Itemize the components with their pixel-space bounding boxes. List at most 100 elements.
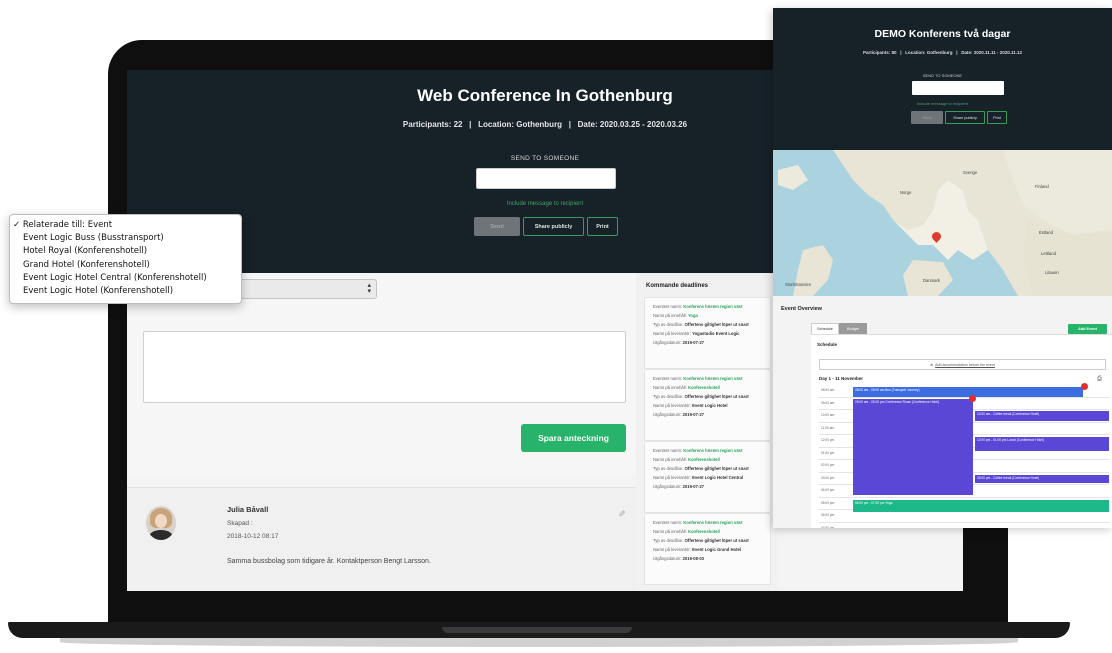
map-label: Estland [1039, 230, 1053, 235]
deadline-type: Typ av deadline: Offertens giltighet löp… [653, 538, 749, 543]
dropdown-option[interactable]: Event Logic Hotel (Konferenshotell) [10, 285, 241, 298]
day-label: Day 1 - 11 November [819, 376, 864, 381]
deadline-card[interactable]: Eventets namn: Konferens hösten region v… [644, 369, 771, 441]
demo-print-button[interactable]: Print [987, 111, 1007, 124]
avatar [146, 506, 176, 540]
demo-recipient-input[interactable] [912, 81, 1004, 95]
demo-meta: Participants: 80 | Location: Gothenburg … [862, 50, 1023, 55]
edit-pencil-icon[interactable]: ✎ [615, 510, 626, 518]
deadline-supplier: Namn på leverantör: Yogastudio Event Log… [653, 331, 740, 336]
print-icon[interactable]: ⎙ [1097, 376, 1102, 383]
send-button[interactable]: Send [474, 217, 520, 236]
location-map[interactable]: Norge Sverige Finland Estland Lettland L… [773, 150, 1112, 296]
map-label: Lettland [1041, 251, 1056, 256]
deadline-card[interactable]: Eventets namn: Konferens hösten region v… [644, 297, 771, 369]
alert-dot-icon [1081, 383, 1088, 390]
time-label: 05:00 pm [821, 500, 835, 505]
demo-event-panel: DEMO Konferens två dagar Participants: 8… [773, 8, 1112, 528]
map-label: Danmark [923, 278, 940, 283]
deadline-type: Typ av deadline: Offertens giltighet löp… [653, 466, 749, 471]
time-label: 08:00 am [821, 388, 835, 392]
comment-created-label: Skapad : [227, 520, 253, 527]
event-coffee[interactable]: 03:00 pm - Coffee break (Conference Hote… [975, 475, 1109, 483]
deadlines-title: Kommande deadlines [646, 283, 709, 289]
recipient-input[interactable] [476, 168, 616, 189]
save-note-button[interactable]: Spara anteckning [521, 424, 626, 452]
comment-text: Samma bussbolag som tidigare år. Kontakt… [227, 558, 431, 565]
print-button[interactable]: Print [587, 217, 618, 236]
deadline-content: Namn på innehåll: Yoga [653, 313, 698, 318]
alert-dot-icon [969, 395, 976, 402]
map-label: Finland [1035, 184, 1049, 189]
deadline-supplier: Namn på leverantör: Event Logic Hotel [653, 403, 728, 408]
time-label: 01:00 pm [821, 450, 835, 455]
event-coffee[interactable]: 10:00 am - Coffee break (Conference Hote… [975, 411, 1109, 421]
demo-include-message[interactable]: Include message to recipient [773, 101, 1112, 106]
dropdown-option[interactable]: Grand Hotel (Konferenshotell) [10, 259, 241, 272]
deadline-content: Namn på innehåll: Konferenshotell [653, 529, 720, 534]
comment-date: 2018-10-12 08:17 [227, 533, 279, 540]
schedule-grid: 08:00 am 09:00 am 10:00 am 11:00 am 12:00 pm… [819, 383, 1109, 529]
overview-tabs: Schedule Budget [811, 323, 867, 334]
dropdown-option[interactable]: Event Logic Buss (Busstransport) [10, 232, 241, 245]
dropdown-option[interactable]: ✓ Relaterade till: Event [10, 219, 241, 232]
deadline-event: Eventets namn: Konferens hösten region v… [653, 520, 743, 525]
share-publicly-button[interactable]: Share publicly [523, 217, 584, 236]
time-label: 09:00 am [821, 400, 835, 405]
notes-area: ▴ ▾ Spara anteckning Julia Båvall Skapad … [127, 273, 636, 591]
time-row: 07:00 pm [819, 523, 1109, 529]
demo-title: DEMO Konferens två dagar [874, 28, 1011, 40]
time-label: 12:00 pm [821, 438, 835, 442]
deadline-event: Eventets namn: Konferens hösten region v… [653, 376, 743, 381]
map-label: Sverige [963, 170, 978, 175]
time-label: 07:00 pm [821, 525, 835, 529]
select-arrows-icon: ▴ ▾ [367, 282, 371, 295]
deadline-card[interactable]: Eventets namn: Konferens hösten region v… [644, 441, 771, 513]
deadline-supplier: Namn på leverantör: Event Logic Grand Ho… [653, 547, 741, 552]
laptop-shadow [60, 637, 1018, 647]
note-textarea[interactable] [143, 331, 626, 403]
demo-send-button[interactable]: Send [911, 111, 943, 124]
deadline-card[interactable]: Eventets namn: Konferens hösten region v… [644, 513, 771, 585]
time-label: 04:00 pm [821, 488, 835, 492]
overview-title: Event Overview [781, 306, 822, 312]
deadline-event: Eventets namn: Konferens hösten region v… [653, 304, 743, 309]
deadline-type: Typ av deadline: Offertens giltighet löp… [653, 394, 749, 399]
map-label: Norge [900, 190, 912, 195]
deadline-type: Typ av deadline: Offertens giltighet löp… [653, 322, 749, 327]
deadline-supplier: Namn på leverantör: Event Logic Hotel Ce… [653, 475, 744, 480]
schedule-panel: Schedule ⊕ Add accommodation before the e… [811, 334, 1112, 528]
event-conference[interactable]: 09:00 am - 05:00 pm Conference Room (Con… [853, 399, 973, 495]
demo-send-label: SEND TO SOMEONE [922, 73, 963, 78]
time-label: 11:00 am [821, 425, 835, 430]
map-label: Storbritannien [785, 282, 812, 287]
schedule-title: Schedule [817, 342, 838, 347]
event-bus[interactable]: 08:00 am - 09:00 am Bus (Transport Journ… [853, 387, 1083, 397]
dropdown-option[interactable]: Hotel Royal (Konferenshotell) [10, 245, 241, 258]
event-lunch[interactable]: 12:00 pm - 01:00 pm Lunch (Conference Ho… [975, 437, 1109, 451]
deadline-content: Namn på innehåll: Konferenshotell [653, 457, 720, 462]
demo-actions: Send Share publicly Print [911, 111, 1007, 124]
comment-author: Julia Båvall [227, 505, 269, 514]
laptop-notch [442, 627, 632, 633]
demo-share-button[interactable]: Share publicly [945, 111, 985, 124]
tab-budget[interactable]: Budget [839, 323, 867, 334]
event-overview: Event Overview Schedule Budget Add Event… [773, 296, 1112, 528]
add-accommodation-link[interactable]: ⊕ Add accommodation before the event [819, 359, 1106, 370]
deadline-date: Utgångsdatum: 2019-07-27 [653, 340, 704, 345]
deadline-event: Eventets namn: Konferens hösten region v… [653, 448, 743, 453]
time-label: 03:00 pm [821, 475, 835, 480]
tab-schedule[interactable]: Schedule [811, 323, 839, 334]
deadline-date: Utgångsdatum: 2019-07-27 [653, 412, 704, 417]
add-event-button[interactable]: Add Event [1068, 324, 1107, 334]
event-yoga[interactable]: 06:00 pm - 07:00 pm Yoga [853, 500, 1109, 512]
deadline-content: Namn på innehåll: Konferenshotell [653, 385, 720, 390]
time-label: 02:00 pm [821, 463, 835, 467]
dropdown-option[interactable]: Event Logic Hotel Central (Konferenshote… [10, 272, 241, 285]
upcoming-deadlines: Kommande deadlines Eventets namn: Konfer… [636, 273, 777, 591]
related-to-dropdown: ✓ Relaterade till: Event Event Logic Bus… [9, 214, 242, 304]
note-comment: Julia Båvall Skapad : 2018-10-12 08:17 S… [127, 487, 636, 591]
deadline-date: Utgångsdatum: 2019-08-03 [653, 556, 704, 561]
time-label: 06:00 pm [821, 513, 835, 517]
map-label: Litauen [1045, 270, 1059, 275]
